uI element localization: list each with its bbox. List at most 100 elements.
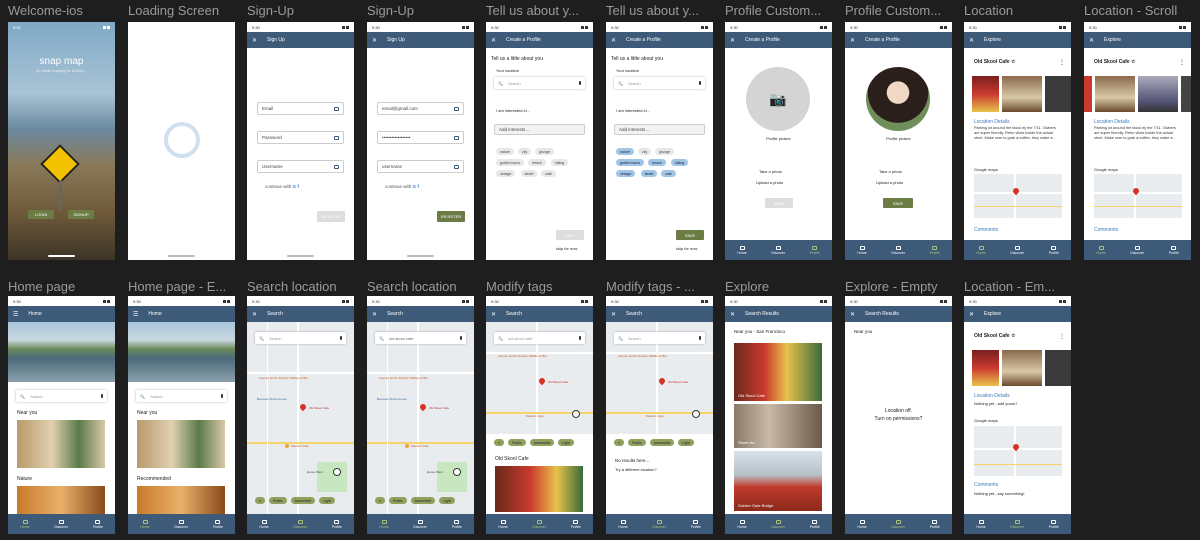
chip[interactable]: nature (496, 148, 514, 155)
nav-discover[interactable]: Discover (891, 245, 905, 255)
nav-discover[interactable]: Discover (1010, 245, 1024, 255)
location-photo[interactable] (1181, 76, 1191, 112)
filter-icon[interactable]: ≡ (255, 497, 266, 504)
password-field[interactable]: •••••••••••••••••• (377, 131, 464, 144)
place-card[interactable] (137, 420, 225, 468)
take-photo-option[interactable]: Take a photo (759, 169, 782, 174)
filter-icon[interactable]: ≡ (494, 439, 505, 446)
close-icon[interactable]: ✕ (611, 311, 616, 318)
explore-card[interactable]: Street Art (734, 404, 822, 448)
chip[interactable]: grunge (655, 148, 675, 155)
chip-selected[interactable]: vintage (616, 170, 636, 177)
upload-photo-option[interactable]: Upload a photo (756, 180, 783, 185)
search-map[interactable]: Avenue North Chicken Waffles & Bar Bayvi… (247, 322, 354, 514)
empty-comments-text[interactable]: Nothing yet...say something! (974, 491, 1024, 496)
search-input[interactable]: 🔍 Search (494, 77, 585, 89)
nav-home[interactable]: Home (498, 519, 508, 529)
nav-discover[interactable]: Discover (652, 519, 666, 529)
chip[interactable]: vintage (496, 170, 516, 177)
search-input[interactable]: 🔍 Search (614, 332, 705, 344)
tag-chip[interactable]: Accessible (290, 497, 316, 504)
upload-photo-option[interactable]: Upload a photo (876, 180, 903, 185)
nav-home[interactable]: Home (976, 519, 986, 529)
close-icon[interactable]: ✕ (1089, 37, 1094, 44)
nav-profile[interactable]: Profile (1049, 519, 1059, 529)
menu-icon[interactable]: ☰ (13, 311, 18, 318)
email-field[interactable]: email@gmail.com (377, 102, 464, 115)
search-input[interactable]: 🔍 Search (614, 77, 705, 89)
register-button[interactable]: REGISTER (437, 211, 465, 222)
locate-me-icon[interactable] (692, 410, 700, 418)
close-icon[interactable]: ✕ (850, 311, 855, 318)
nav-profile[interactable]: Profile (930, 245, 940, 255)
chip[interactable]: city (517, 148, 532, 155)
email-field[interactable]: Email (257, 102, 344, 115)
skip-link[interactable]: skip for now (556, 246, 577, 251)
nav-discover[interactable]: Discover (54, 519, 68, 529)
location-photo[interactable] (1138, 76, 1178, 112)
nav-home[interactable]: Home (737, 245, 747, 255)
empty-details-text[interactable]: Nothing yet...add yours? (974, 401, 1017, 406)
explore-card[interactable]: Golden Gate Bridge (734, 451, 822, 511)
location-map[interactable] (1094, 174, 1182, 218)
nav-discover[interactable]: Discover (293, 519, 307, 529)
chip[interactable]: street (520, 170, 538, 177)
tag-chip[interactable]: Light (558, 439, 574, 446)
location-photo[interactable] (1045, 76, 1071, 112)
username-field[interactable]: Username (257, 160, 344, 173)
nav-profile[interactable]: Profile (930, 519, 940, 529)
nav-discover[interactable]: Discover (891, 519, 905, 529)
nav-profile[interactable]: Profile (571, 519, 581, 529)
filter-icon[interactable]: ≡ (614, 439, 625, 446)
more-icon[interactable]: ⋮ (1059, 333, 1065, 340)
nav-home[interactable]: Home (857, 519, 867, 529)
close-icon[interactable]: ✕ (491, 37, 496, 44)
location-photo[interactable] (1084, 76, 1092, 112)
more-icon[interactable]: ⋮ (1179, 59, 1185, 66)
location-photo[interactable] (1002, 76, 1042, 112)
tag-chip[interactable]: Public (628, 439, 646, 446)
locate-me-icon[interactable] (453, 468, 461, 476)
login-button[interactable]: LOGIN (28, 210, 54, 219)
nav-home[interactable]: Home (618, 519, 628, 529)
tag-chip[interactable]: Public (508, 439, 526, 446)
place-card[interactable] (137, 486, 225, 514)
close-icon[interactable]: ✕ (252, 37, 257, 44)
search-map[interactable]: Avenue North Chicken Waffles & Bar Bayvi… (367, 322, 474, 514)
username-field[interactable]: username (377, 160, 464, 173)
tag-chip[interactable]: Accessible (529, 439, 555, 446)
nav-home[interactable]: Home (1096, 245, 1106, 255)
chip[interactable]: cafe (541, 170, 556, 177)
nav-profile[interactable]: Profile (332, 519, 342, 529)
nav-discover[interactable]: Discover (1010, 519, 1024, 529)
nav-home[interactable]: Home (20, 519, 30, 529)
chip-selected[interactable]: cafe (661, 170, 676, 177)
save-button[interactable]: SAVE (765, 198, 793, 208)
nav-home[interactable]: Home (857, 245, 867, 255)
password-field[interactable]: Password (257, 131, 344, 144)
more-icon[interactable]: ⋮ (1059, 59, 1065, 66)
google-maps-link[interactable]: Google maps (974, 418, 998, 423)
add-interests-input[interactable]: Add interests... (614, 124, 705, 135)
search-input[interactable]: 🔍 Search (16, 390, 107, 402)
nav-home[interactable]: Home (737, 519, 747, 529)
nav-home[interactable]: Home (259, 519, 269, 529)
location-map[interactable] (974, 426, 1062, 476)
explore-card[interactable]: Old Skool Cafe (734, 343, 822, 401)
chip[interactable]: beach (528, 159, 546, 166)
skip-link[interactable]: skip for now (676, 246, 697, 251)
close-icon[interactable]: ✕ (850, 37, 855, 44)
tag-chip[interactable]: Light (319, 497, 335, 504)
add-interests-input[interactable]: Add interests... (494, 124, 585, 135)
nav-discover[interactable]: Discover (174, 519, 188, 529)
chip-selected[interactable]: beach (648, 159, 666, 166)
chip[interactable]: grunge (535, 148, 555, 155)
chip[interactable]: city (637, 148, 652, 155)
eye-icon[interactable] (454, 135, 459, 140)
nav-home[interactable]: Home (976, 245, 986, 255)
place-card[interactable] (17, 486, 105, 514)
close-icon[interactable]: ✕ (730, 37, 735, 44)
nav-discover[interactable]: Discover (771, 245, 785, 255)
signup-button[interactable]: SIGNUP (68, 210, 94, 219)
tag-chip[interactable]: Light (439, 497, 455, 504)
